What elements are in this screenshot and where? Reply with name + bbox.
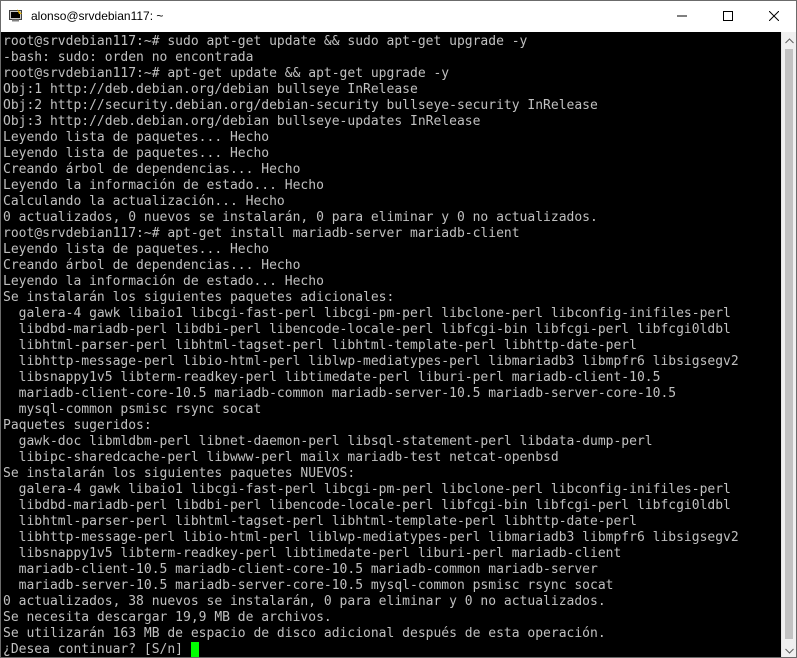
terminal-line-text: root@srvdebian117:~# sudo apt-get update… [3, 34, 528, 49]
terminal-line-text: ¿Desea continuar? [S/n] [3, 642, 191, 657]
terminal-line: Obj:2 http://security.debian.org/debian-… [3, 98, 739, 114]
terminal-line: -bash: sudo: orden no encontrada [3, 50, 739, 66]
terminal-line-text: Calculando la actualización... Hecho [3, 194, 285, 209]
terminal-line-text: gawk-doc libmldbm-perl libnet-daemon-per… [3, 434, 653, 449]
terminal-line-text: Se instalarán los siguientes paquetes NU… [3, 466, 356, 481]
terminal-line: Calculando la actualización... Hecho [3, 194, 739, 210]
terminal-line-text: Leyendo lista de paquetes... Hecho [3, 130, 270, 145]
close-icon [768, 8, 780, 26]
terminal-line: libsnappy1v5 libterm-readkey-perl libtim… [3, 546, 739, 562]
terminal-line-text: Se utilizarán 163 MB de espacio de disco… [3, 626, 606, 641]
terminal-line: mariadb-server-10.5 mariadb-server-core-… [3, 578, 739, 594]
terminal-line-text: Creando árbol de dependencias... Hecho [3, 258, 301, 273]
terminal-line-text: mariadb-server-10.5 mariadb-server-core-… [3, 578, 614, 593]
title-bar[interactable]: alonso@srvdebian117: ~ [1, 1, 796, 32]
terminal-line-text: galera-4 gawk libaio1 libcgi-fast-perl l… [3, 306, 731, 321]
terminal-line-text: Leyendo la información de estado... Hech… [3, 274, 324, 289]
terminal-line-text: 0 actualizados, 38 nuevos se instalarán,… [3, 594, 606, 609]
terminal-line-text: mysql-common psmisc rsync socat [3, 402, 262, 417]
terminal-line: Leyendo lista de paquetes... Hecho [3, 130, 739, 146]
terminal-line-text: galera-4 gawk libaio1 libcgi-fast-perl l… [3, 482, 731, 497]
close-button[interactable] [751, 1, 796, 32]
terminal-line-text: root@srvdebian117:~# apt-get update && a… [3, 66, 450, 81]
scroll-down-arrow-icon [785, 641, 794, 658]
minimize-button[interactable] [659, 1, 705, 32]
terminal-line: Leyendo lista de paquetes... Hecho [3, 242, 739, 258]
terminal-line-text: Paquetes sugeridos: [3, 418, 152, 433]
terminal-line-text: Creando árbol de dependencias... Hecho [3, 162, 301, 177]
scroll-thumb[interactable] [785, 49, 793, 639]
terminal-lines: root@srvdebian117:~# sudo apt-get update… [3, 34, 739, 657]
minimize-icon [677, 8, 687, 26]
scroll-down-button[interactable] [782, 641, 796, 658]
terminal-line: Leyendo la información de estado... Hech… [3, 274, 739, 290]
terminal-line-text: Se instalarán los siguientes paquetes ad… [3, 290, 395, 305]
maximize-button[interactable] [705, 1, 751, 32]
terminal-line: libhttp-message-perl libio-html-perl lib… [3, 354, 739, 370]
terminal-line-text: Obj:2 http://security.debian.org/debian-… [3, 98, 598, 113]
terminal-line: Obj:3 http://deb.debian.org/debian bulls… [3, 114, 739, 130]
terminal-line-text: libdbd-mariadb-perl libdbi-perl libencod… [3, 498, 731, 513]
terminal-line-text: libhttp-message-perl libio-html-perl lib… [3, 530, 739, 545]
terminal-line-text: libhtml-parser-perl libhtml-tagset-perl … [3, 514, 637, 529]
terminal-line-text: -bash: sudo: orden no encontrada [3, 50, 254, 65]
scroll-up-button[interactable] [782, 31, 796, 49]
maximize-icon [723, 8, 733, 26]
terminal-line: libdbd-mariadb-perl libdbi-perl libencod… [3, 498, 739, 514]
terminal-line: 0 actualizados, 38 nuevos se instalarán,… [3, 594, 739, 610]
terminal-line-text: Obj:1 http://deb.debian.org/debian bulls… [3, 82, 418, 97]
terminal-window: alonso@srvdebian117: ~ root@srvdebian117… [0, 0, 797, 658]
terminal-line-text: Se necesita descargar 19,9 MB de archivo… [3, 610, 332, 625]
terminal-line: mariadb-client-10.5 mariadb-client-core-… [3, 562, 739, 578]
terminal-line: Obj:1 http://deb.debian.org/debian bulls… [3, 82, 739, 98]
terminal-line-text: libhttp-message-perl libio-html-perl lib… [3, 354, 739, 369]
terminal-line-text: libipc-sharedcache-perl libwww-perl mail… [3, 450, 559, 465]
terminal-line: mysql-common psmisc rsync socat [3, 402, 739, 418]
terminal-line-text: mariadb-client-10.5 mariadb-client-core-… [3, 562, 598, 577]
terminal-line-text: Leyendo lista de paquetes... Hecho [3, 146, 270, 161]
putty-terminal-icon[interactable] [9, 9, 23, 23]
terminal-line: libhtml-parser-perl libhtml-tagset-perl … [3, 338, 739, 354]
scroll-up-arrow-icon [785, 31, 794, 49]
terminal-line-text: libsnappy1v5 libterm-readkey-perl libtim… [3, 546, 622, 561]
terminal-line: Paquetes sugeridos: [3, 418, 739, 434]
terminal-output[interactable]: root@srvdebian117:~# sudo apt-get update… [1, 32, 781, 657]
terminal-line: Creando árbol de dependencias... Hecho [3, 162, 739, 178]
terminal-cursor [190, 642, 199, 657]
terminal-line-text: libdbd-mariadb-perl libdbi-perl libencod… [3, 322, 731, 337]
terminal-line: ¿Desea continuar? [S/n] [3, 642, 739, 657]
terminal-line: gawk-doc libmldbm-perl libnet-daemon-per… [3, 434, 739, 450]
terminal-line-text: root@srvdebian117:~# apt-get install mar… [3, 226, 520, 241]
terminal-line: libdbd-mariadb-perl libdbi-perl libencod… [3, 322, 739, 338]
terminal-line: libhttp-message-perl libio-html-perl lib… [3, 530, 739, 546]
terminal-line: libsnappy1v5 libterm-readkey-perl libtim… [3, 370, 739, 386]
terminal-line-text: Leyendo la información de estado... Hech… [3, 178, 324, 193]
terminal-line: Leyendo la información de estado... Hech… [3, 178, 739, 194]
vertical-scrollbar[interactable] [781, 31, 796, 658]
terminal-line: root@srvdebian117:~# sudo apt-get update… [3, 34, 739, 50]
terminal-line: mariadb-client-core-10.5 mariadb-common … [3, 386, 739, 402]
terminal-line: galera-4 gawk libaio1 libcgi-fast-perl l… [3, 306, 739, 322]
terminal-line: Creando árbol de dependencias... Hecho [3, 258, 739, 274]
terminal-line-text: Obj:3 http://deb.debian.org/debian bulls… [3, 114, 481, 129]
terminal-line: root@srvdebian117:~# apt-get update && a… [3, 66, 739, 82]
terminal-line: Leyendo lista de paquetes... Hecho [3, 146, 739, 162]
terminal-line: Se necesita descargar 19,9 MB de archivo… [3, 610, 739, 626]
terminal-line: Se instalarán los siguientes paquetes NU… [3, 466, 739, 482]
window-title: alonso@srvdebian117: ~ [31, 9, 164, 23]
terminal-line: libipc-sharedcache-perl libwww-perl mail… [3, 450, 739, 466]
terminal-line: Se instalarán los siguientes paquetes ad… [3, 290, 739, 306]
terminal-line: libhtml-parser-perl libhtml-tagset-perl … [3, 514, 739, 530]
terminal-line-text: libsnappy1v5 libterm-readkey-perl libtim… [3, 370, 661, 385]
terminal-line-text: Leyendo lista de paquetes... Hecho [3, 242, 270, 257]
terminal-line: Se utilizarán 163 MB de espacio de disco… [3, 626, 739, 642]
terminal-line-text: libhtml-parser-perl libhtml-tagset-perl … [3, 338, 637, 353]
terminal-line-text: 0 actualizados, 0 nuevos se instalarán, … [3, 210, 598, 225]
terminal-line-text: mariadb-client-core-10.5 mariadb-common … [3, 386, 677, 401]
terminal-line: galera-4 gawk libaio1 libcgi-fast-perl l… [3, 482, 739, 498]
terminal-line: root@srvdebian117:~# apt-get install mar… [3, 226, 739, 242]
terminal-line: 0 actualizados, 0 nuevos se instalarán, … [3, 210, 739, 226]
